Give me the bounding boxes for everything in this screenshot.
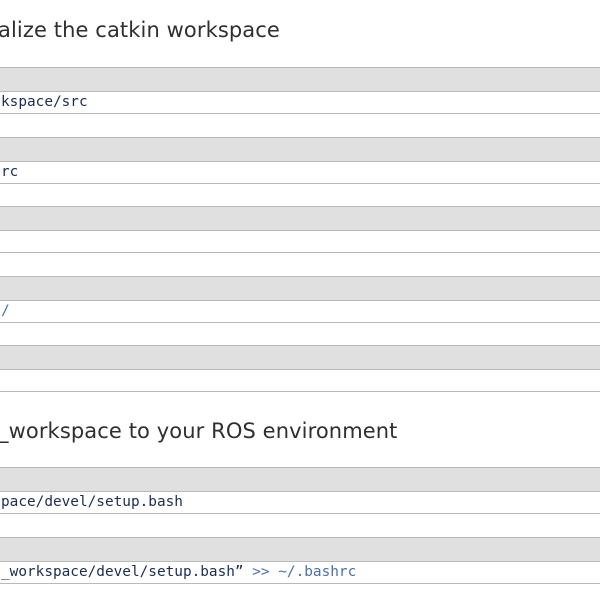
code-block-toolbar[interactable]: [0, 468, 600, 492]
code-operator: >>: [243, 564, 270, 580]
code-line[interactable]: /: [0, 301, 600, 322]
code-line[interactable]: rc: [0, 162, 600, 183]
code-block-toolbar[interactable]: [0, 538, 600, 562]
code-text: /: [1, 303, 10, 319]
code-block: [0, 345, 600, 392]
code-line[interactable]: kspace/src: [0, 92, 600, 113]
code-block: kspace/src: [0, 67, 600, 114]
code-text: rc: [1, 164, 19, 180]
code-path: ~/.bashrc: [269, 564, 357, 580]
code-line[interactable]: [0, 231, 600, 252]
code-block: _workspace/devel/setup.bash” >> ~/.bashr…: [0, 537, 600, 584]
code-block-toolbar[interactable]: [0, 68, 600, 92]
code-line[interactable]: _workspace/devel/setup.bash” >> ~/.bashr…: [0, 562, 600, 583]
code-line[interactable]: pace/devel/setup.bash: [0, 492, 600, 513]
code-line[interactable]: [0, 370, 600, 391]
code-block-toolbar[interactable]: [0, 277, 600, 301]
code-block: [0, 206, 600, 253]
section-heading-add-workspace: _workspace to your ROS environment: [0, 419, 398, 443]
code-block: pace/devel/setup.bash: [0, 467, 600, 514]
code-block-toolbar[interactable]: [0, 346, 600, 370]
section-heading-init-workspace: alize the catkin workspace: [0, 18, 280, 42]
code-text: kspace/src: [1, 94, 88, 110]
code-block-toolbar[interactable]: [0, 207, 600, 231]
code-block: rc: [0, 137, 600, 184]
code-block-toolbar[interactable]: [0, 138, 600, 162]
code-text: pace/devel/setup.bash: [1, 494, 183, 510]
code-string: _workspace/devel/setup.bash”: [1, 564, 244, 580]
code-block: /: [0, 276, 600, 323]
